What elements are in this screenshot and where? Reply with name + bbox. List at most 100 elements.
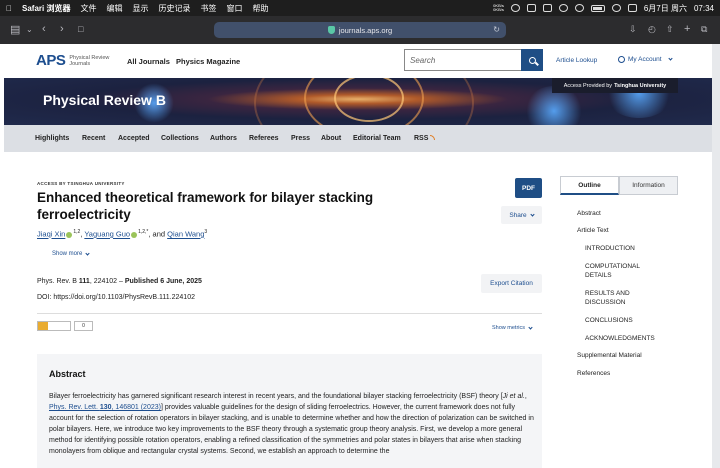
wifi-icon[interactable]	[574, 4, 584, 12]
abstract-text-part: Bilayer ferroelectricity has garnered si…	[49, 393, 503, 400]
pdf-button[interactable]: PDF	[515, 178, 542, 198]
macos-menubar:  Safari 浏览器 文件 编辑 显示 历史记录 书签 窗口 帮助 0KB/…	[0, 0, 720, 16]
show-metrics-link[interactable]: Show metrics	[492, 325, 533, 331]
author-link[interactable]: Yaguang Guo	[84, 230, 130, 239]
export-citation-button[interactable]: Export Citation	[481, 274, 542, 293]
reload-icon[interactable]: ↻	[493, 25, 500, 34]
menu-window[interactable]: 窗口	[226, 3, 242, 14]
abstract-heading: Abstract	[49, 369, 86, 379]
bluetooth-icon[interactable]	[558, 4, 568, 12]
share-button[interactable]: Share	[501, 206, 542, 224]
search-icon[interactable]	[611, 4, 621, 12]
reference-volume: 130	[99, 404, 112, 411]
aps-logo-subtitle: Physical Review Journals	[69, 55, 109, 67]
rss-icon	[430, 135, 436, 140]
abstract-text: Bilayer ferroelectricity has garnered si…	[49, 391, 536, 457]
menu-help[interactable]: 帮助	[252, 3, 268, 14]
page-icon[interactable]: □	[78, 24, 83, 34]
outline-conclusions[interactable]: CONCLUSIONS	[585, 316, 633, 325]
outline-introduction[interactable]: INTRODUCTION	[585, 244, 635, 253]
outline-acknowledgments[interactable]: ACKNOWLEDGMENTS	[585, 334, 655, 343]
menu-app-name[interactable]: Safari 浏览器	[22, 3, 70, 14]
outline-results-and-discussion[interactable]: RESULTS AND DISCUSSION	[585, 289, 665, 307]
subnav-collections[interactable]: Collections	[161, 135, 199, 142]
downloads-icon[interactable]: ⇩	[629, 24, 637, 35]
article-lookup-link[interactable]: Article Lookup	[556, 57, 597, 64]
search-icon	[528, 56, 536, 64]
app-status-icon[interactable]	[526, 4, 536, 12]
subnav-recent[interactable]: Recent	[82, 135, 105, 142]
subnav-authors[interactable]: Authors	[210, 135, 237, 142]
reference-link[interactable]: Phys. Rev. Lett. 130, 146801 (2023)	[49, 404, 161, 411]
access-institution: Tsinghua University	[614, 82, 667, 89]
outline-abstract[interactable]: Abstract	[577, 209, 601, 218]
menubar-date[interactable]: 6月7日 周六	[644, 3, 687, 14]
author-link[interactable]: Qian Wang	[167, 230, 204, 239]
chevron-down-icon	[667, 56, 673, 61]
address-bar[interactable]: journals.aps.org ↻	[214, 22, 506, 38]
back-icon[interactable]: ‹	[42, 23, 46, 35]
orcid-icon[interactable]	[66, 231, 73, 238]
doi-line[interactable]: DOI: https://doi.org/10.1103/PhysRevB.11…	[37, 294, 195, 301]
aps-logo[interactable]: APS Physical Review Journals	[36, 52, 109, 69]
apple-menu-icon[interactable]: 	[6, 4, 12, 13]
nav-all-journals[interactable]: All Journals	[127, 57, 170, 66]
search-button[interactable]	[521, 49, 543, 71]
reference-journal: Phys. Rev. Lett.	[49, 404, 100, 411]
nav-physics-magazine[interactable]: Physics Magazine	[176, 57, 240, 66]
outline-references[interactable]: References	[577, 369, 610, 378]
subnav-rss[interactable]: RSS	[414, 135, 436, 142]
control-center-icon[interactable]	[627, 4, 637, 12]
subnav-highlights[interactable]: Highlights	[35, 135, 69, 142]
orcid-icon[interactable]	[131, 231, 138, 238]
subnav-accepted[interactable]: Accepted	[118, 135, 150, 142]
search-input[interactable]: Search	[404, 49, 522, 71]
show-more-link[interactable]: Show more	[52, 251, 90, 257]
sidebar-toggle-icon[interactable]: ▤	[10, 23, 20, 36]
subnav-referees[interactable]: Referees	[249, 135, 279, 142]
tab-overview-icon[interactable]: ⧉	[701, 24, 707, 35]
altmetric-widget[interactable]: 0	[37, 321, 93, 331]
privacy-shield-icon	[327, 26, 335, 34]
logo-sub-line-2: Journals	[69, 60, 91, 67]
history-icon[interactable]: ◴	[648, 24, 656, 35]
my-account-menu[interactable]: My Account	[618, 56, 673, 63]
subnav-editorial-team[interactable]: Editorial Team	[353, 135, 401, 142]
author-link[interactable]: Jiaqi Xin	[37, 230, 65, 239]
outline-computational-details[interactable]: COMPUTATIONAL DETAILS	[585, 262, 665, 280]
author-affiliation: 3	[204, 229, 208, 235]
input-method-icon[interactable]	[542, 4, 552, 12]
menu-view[interactable]: 显示	[132, 3, 148, 14]
page-scrollbar-track[interactable]	[712, 44, 720, 468]
network-speed[interactable]: 0KB/s 0KB/s	[493, 4, 504, 12]
citation-line: Phys. Rev. B 111, 224102 – Published 6 J…	[37, 278, 202, 285]
tab-information[interactable]: Information	[619, 176, 678, 195]
journal-ref: Phys. Rev. B	[37, 278, 77, 285]
menu-bookmarks[interactable]: 书签	[200, 3, 216, 14]
chevron-down-icon[interactable]: ⌄	[26, 25, 33, 34]
altmetric-donut-icon	[38, 322, 48, 330]
menu-history[interactable]: 历史记录	[158, 3, 190, 14]
volume: 111	[78, 278, 90, 285]
menu-edit[interactable]: 编辑	[106, 3, 122, 14]
tab-outline[interactable]: Outline	[560, 176, 619, 195]
new-tab-icon[interactable]: +	[684, 23, 690, 35]
show-more-label: Show more	[52, 251, 83, 257]
menu-file[interactable]: 文件	[80, 3, 96, 14]
battery-icon[interactable]	[590, 4, 605, 12]
journal-title[interactable]: Physical Review B	[43, 92, 166, 108]
share-icon[interactable]: ⇧	[666, 24, 674, 35]
outline-supplemental-material[interactable]: Supplemental Material	[577, 351, 642, 360]
reference-separator: ,	[524, 393, 527, 400]
user-icon	[618, 56, 625, 63]
wechat-icon[interactable]	[510, 4, 520, 12]
sidebar-tabs: Outline Information	[560, 176, 678, 195]
subnav-press[interactable]: Press	[291, 135, 310, 142]
subnav-about[interactable]: About	[321, 135, 341, 142]
altmetric-badge[interactable]	[37, 321, 71, 331]
journal-banner: Physical Review B Access Provided by Tsi…	[4, 78, 712, 125]
outline-article-text[interactable]: Article Text	[577, 226, 609, 235]
menubar-time[interactable]: 07:34	[694, 4, 714, 13]
share-label: Share	[509, 211, 527, 219]
forward-icon[interactable]: ›	[60, 23, 64, 35]
